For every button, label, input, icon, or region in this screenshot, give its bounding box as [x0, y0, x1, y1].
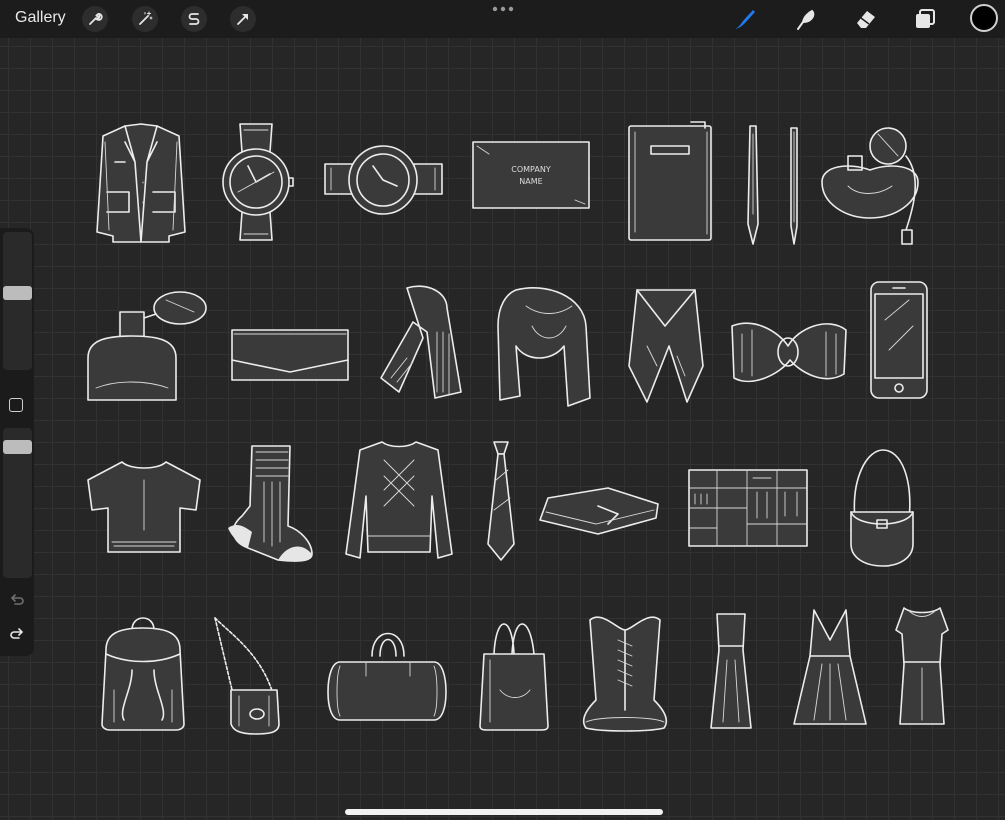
- blazer-sketch: [95, 122, 187, 244]
- long-dress-sketch: [709, 610, 753, 730]
- card-company-text: COMPANY: [511, 165, 551, 174]
- smartphone-sketch: [869, 280, 929, 400]
- selection-button[interactable]: [181, 6, 207, 32]
- pencil-sketch: [789, 126, 799, 246]
- sheath-dress-sketch: [894, 604, 950, 728]
- scarf-4-sketch: [728, 316, 850, 390]
- adjustments-button[interactable]: [132, 6, 158, 32]
- wristwatch-1-sketch: [218, 122, 294, 242]
- business-card-sketch: COMPANY NAME: [471, 140, 591, 210]
- necktie-sketch: [486, 440, 516, 562]
- layers-icon[interactable]: [911, 5, 939, 33]
- scarf-3-sketch: [627, 286, 705, 406]
- home-indicator[interactable]: [345, 809, 663, 815]
- t-shirt-sketch: [84, 460, 204, 556]
- magic-wand-icon: [139, 11, 153, 25]
- wallet-sketch: [538, 484, 660, 536]
- transform-button[interactable]: [230, 6, 256, 32]
- pen-sketch: [746, 124, 760, 246]
- wristwatch-2-sketch: [323, 142, 444, 218]
- perfume-1-sketch: [818, 126, 924, 248]
- tote-bag-sketch: [478, 610, 550, 732]
- arrow-transform-icon: [237, 14, 248, 25]
- sweater-sketch: [344, 440, 454, 560]
- backpack-sketch: [98, 610, 188, 732]
- actions-button[interactable]: [82, 6, 108, 32]
- duffel-bag-sketch: [326, 616, 448, 724]
- scarf-1-sketch: [377, 282, 465, 402]
- more-options-icon[interactable]: [492, 6, 514, 12]
- smudge-icon[interactable]: [792, 5, 820, 33]
- perfume-2-sketch: [86, 288, 208, 406]
- svg-text:NAME: NAME: [519, 177, 542, 186]
- gallery-button[interactable]: Gallery: [15, 9, 66, 27]
- wrench-icon: [89, 13, 103, 25]
- top-toolbar: Gallery: [0, 0, 1005, 38]
- color-picker-button[interactable]: [970, 4, 998, 32]
- chain-purse-sketch: [211, 614, 283, 736]
- eraser-icon[interactable]: [852, 5, 880, 33]
- corset-sketch: [578, 610, 672, 732]
- drawing-canvas[interactable]: COMPANY NAME: [0, 38, 1005, 808]
- sock-sketch: [226, 442, 314, 564]
- saddle-bag-sketch: [847, 448, 917, 568]
- notebook-sketch: [627, 120, 713, 242]
- a-line-dress-sketch: [792, 608, 868, 728]
- selection-s-icon: [188, 13, 200, 25]
- brush-icon[interactable]: [731, 5, 759, 33]
- scarf-2-sketch: [496, 286, 594, 408]
- wardrobe-sketch: [687, 468, 809, 548]
- envelope-clutch-sketch: [230, 328, 350, 382]
